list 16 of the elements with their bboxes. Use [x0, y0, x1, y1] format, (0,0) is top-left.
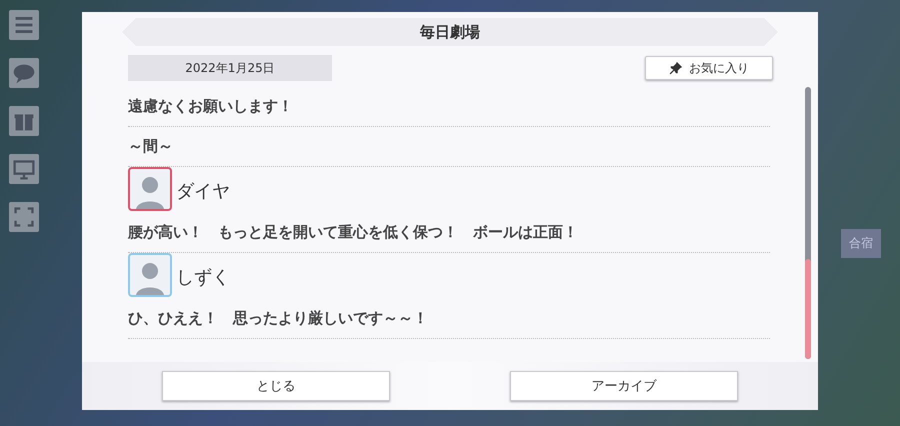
menu-icon[interactable] [9, 10, 39, 40]
pin-icon [669, 61, 683, 75]
date-label: 2022年1月25日 [128, 55, 332, 81]
speaker-name: ダイヤ [176, 180, 230, 204]
monitor-icon[interactable] [9, 154, 39, 184]
speech-bubble-icon[interactable] [9, 58, 39, 88]
dialog-button[interactable]: とじる [162, 371, 390, 401]
dialog-button[interactable]: アーカイブ [510, 371, 738, 401]
speaker-name: しずく [176, 266, 230, 290]
gift-icon[interactable] [9, 106, 39, 136]
dialogue-text: ひ、ひええ！ 思ったより厳しいです～～！ [128, 299, 770, 339]
dialog-title: 毎日劇場 [122, 18, 778, 46]
scrollbar[interactable] [805, 87, 811, 359]
expand-icon[interactable] [9, 202, 39, 232]
favorite-button[interactable]: お気に入り [645, 56, 773, 80]
dialogue-text: 遠慮なくお願いします！ [128, 87, 770, 127]
